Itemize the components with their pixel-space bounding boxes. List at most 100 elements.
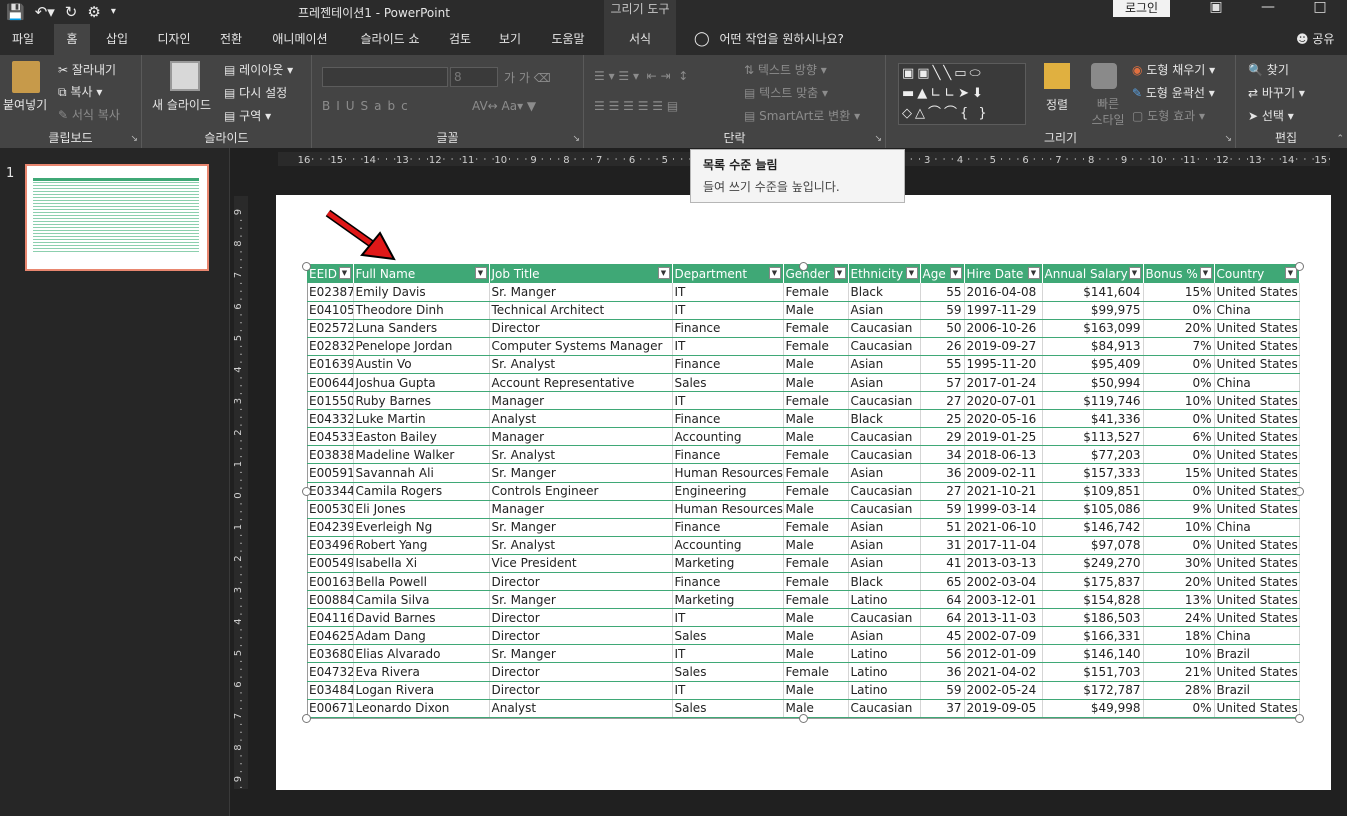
font-name-field[interactable] xyxy=(322,67,448,87)
paste-icon[interactable] xyxy=(12,61,40,93)
table-cell[interactable]: E04116 xyxy=(307,608,354,628)
table-cell[interactable]: Robert Yang xyxy=(353,536,490,555)
table-cell[interactable]: $97,078 xyxy=(1042,536,1144,555)
table-cell[interactable]: Brazil xyxy=(1214,681,1300,700)
filter-dropdown-icon[interactable]: ▼ xyxy=(905,267,918,279)
undo-icon[interactable]: ↶▾ xyxy=(35,2,55,22)
column-header[interactable]: Age ▼ xyxy=(920,264,965,283)
table-cell[interactable]: E04625 xyxy=(307,626,354,646)
font-grow-shrink-icons[interactable]: 가 가 ⌫ xyxy=(504,69,551,86)
table-cell[interactable]: Eva Rivera xyxy=(353,662,490,682)
table-cell[interactable]: $119,746 xyxy=(1042,391,1144,411)
table-cell[interactable]: Male xyxy=(783,301,849,320)
table-cell[interactable]: E04239 xyxy=(307,518,354,537)
table-cell[interactable]: 57 xyxy=(920,373,965,393)
table-cell[interactable]: United States xyxy=(1214,662,1300,682)
cut-button[interactable]: ✂ 잘라내기 xyxy=(58,61,116,78)
table-cell[interactable]: China xyxy=(1214,626,1300,646)
table-cell[interactable]: 45 xyxy=(920,626,965,646)
table-cell[interactable]: E00530 xyxy=(307,500,354,519)
table-cell[interactable]: $175,837 xyxy=(1042,572,1144,592)
table-cell[interactable]: 15% xyxy=(1143,463,1215,483)
filter-dropdown-icon[interactable]: ▼ xyxy=(949,267,962,279)
table-cell[interactable]: United States xyxy=(1214,536,1300,555)
table-cell[interactable]: 30% xyxy=(1143,554,1215,574)
table-cell[interactable]: 2002-07-09 xyxy=(964,626,1043,646)
table-cell[interactable]: 20% xyxy=(1143,572,1215,592)
table-cell[interactable]: Leonardo Dixon xyxy=(353,699,490,718)
shape-fill-button[interactable]: ◉ 도형 채우기 ▾ xyxy=(1132,61,1215,78)
table-cell[interactable]: 59 xyxy=(920,500,965,519)
table-cell[interactable]: China xyxy=(1214,373,1300,393)
table-cell[interactable]: 24% xyxy=(1143,608,1215,628)
table-cell[interactable]: 50 xyxy=(920,319,965,338)
table-cell[interactable]: $77,203 xyxy=(1042,445,1144,465)
tab-format[interactable]: 서식 xyxy=(604,24,676,55)
filter-dropdown-icon[interactable]: ▼ xyxy=(338,267,351,279)
table-cell[interactable]: Human Resources xyxy=(672,463,784,483)
table-cell[interactable]: Sr. Manger xyxy=(489,644,673,664)
find-button[interactable]: 🔍 찾기 xyxy=(1248,61,1289,78)
table-cell[interactable]: Marketing xyxy=(672,554,784,574)
table-cell[interactable]: Finance xyxy=(672,572,784,592)
table-cell[interactable]: E01639 xyxy=(307,355,354,374)
tab-transitions[interactable]: 전환 xyxy=(212,24,250,55)
tell-me-search[interactable]: ◯ 어떤 작업을 원하시나요? xyxy=(694,24,844,55)
tab-slideshow[interactable]: 슬라이드 쇼 xyxy=(350,24,430,55)
table-cell[interactable]: 2012-01-09 xyxy=(964,644,1043,664)
table-cell[interactable]: Caucasian xyxy=(848,445,921,465)
table-cell[interactable]: Asian xyxy=(848,355,921,374)
table-cell[interactable]: Eli Jones xyxy=(353,500,490,519)
arrange-button[interactable]: 정렬 xyxy=(1046,96,1068,113)
tab-file[interactable]: 파일 xyxy=(0,24,46,55)
table-cell[interactable]: Manager xyxy=(489,500,673,519)
table-cell[interactable]: Finance xyxy=(672,319,784,338)
table-cell[interactable]: E03496 xyxy=(307,536,354,555)
table-cell[interactable]: $172,787 xyxy=(1042,681,1144,700)
table-cell[interactable]: Asian xyxy=(848,463,921,483)
table-cell[interactable]: Accounting xyxy=(672,536,784,555)
table-cell[interactable]: Madeline Walker xyxy=(353,445,490,465)
table-cell[interactable]: Male xyxy=(783,626,849,646)
table-cell[interactable]: E02832 xyxy=(307,337,354,356)
table-cell[interactable]: Savannah Ali xyxy=(353,463,490,483)
table-cell[interactable]: $166,331 xyxy=(1042,626,1144,646)
table-cell[interactable]: United States xyxy=(1214,391,1300,411)
table-cell[interactable]: Emily Davis xyxy=(353,283,490,302)
table-cell[interactable]: 0% xyxy=(1143,301,1215,320)
filter-dropdown-icon[interactable]: ▼ xyxy=(833,267,846,279)
table-cell[interactable]: Technical Architect xyxy=(489,301,673,320)
table-cell[interactable]: Sr. Manger xyxy=(489,590,673,610)
table-cell[interactable]: 7% xyxy=(1143,337,1215,356)
table-cell[interactable]: Manager xyxy=(489,391,673,411)
table-cell[interactable]: 64 xyxy=(920,608,965,628)
maximize-icon[interactable]: □ xyxy=(1294,0,1346,14)
table-cell[interactable]: 2019-01-25 xyxy=(964,427,1043,447)
table-cell[interactable]: 1999-03-14 xyxy=(964,500,1043,519)
table-cell[interactable]: 18% xyxy=(1143,626,1215,646)
table-cell[interactable]: Caucasian xyxy=(848,319,921,338)
table-cell[interactable]: 10% xyxy=(1143,518,1215,537)
table-cell[interactable]: 37 xyxy=(920,699,965,718)
table-cell[interactable]: United States xyxy=(1214,463,1300,483)
resize-handle-bl[interactable] xyxy=(302,714,311,723)
table-cell[interactable]: Marketing xyxy=(672,590,784,610)
resize-handle-br[interactable] xyxy=(1295,714,1304,723)
table-cell[interactable]: Asian xyxy=(848,554,921,574)
table-cell[interactable]: Female xyxy=(783,391,849,411)
table-cell[interactable]: 36 xyxy=(920,662,965,682)
table-cell[interactable]: 10% xyxy=(1143,391,1215,411)
align-icons[interactable]: ☰ ☰ ☰ ☰ ☰ ▤ xyxy=(594,99,678,113)
table-cell[interactable]: United States xyxy=(1214,319,1300,338)
table-cell[interactable]: Finance xyxy=(672,409,784,429)
table-cell[interactable]: E04105 xyxy=(307,301,354,320)
table-cell[interactable]: Analyst xyxy=(489,409,673,429)
table-cell[interactable]: Sr. Manger xyxy=(489,463,673,483)
column-header[interactable]: Country ▼ xyxy=(1214,264,1300,283)
table-cell[interactable]: United States xyxy=(1214,590,1300,610)
table-cell[interactable]: David Barnes xyxy=(353,608,490,628)
table-cell[interactable]: 27 xyxy=(920,482,965,501)
filter-dropdown-icon[interactable]: ▼ xyxy=(1027,267,1040,279)
table-cell[interactable]: Sr. Analyst xyxy=(489,355,673,374)
filter-dropdown-icon[interactable]: ▼ xyxy=(768,267,781,279)
